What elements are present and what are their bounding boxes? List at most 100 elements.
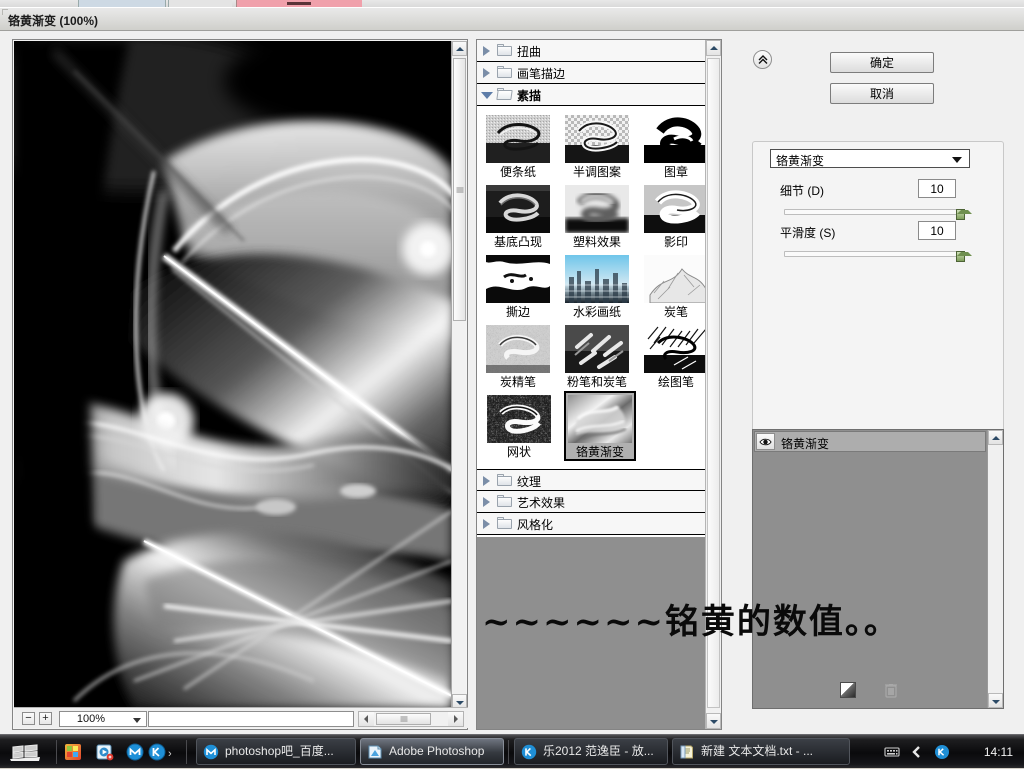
filter-preview-image <box>644 185 706 233</box>
param-smoothness-slider-track[interactable] <box>784 251 962 257</box>
taskbar-divider-3 <box>508 740 509 764</box>
param-detail-value[interactable]: 10 <box>918 179 956 198</box>
kugou-music-icon[interactable] <box>148 743 166 761</box>
filter-category-brush-strokes[interactable]: 画笔描边 <box>477 62 706 84</box>
media-player-icon[interactable] <box>96 743 114 761</box>
kugou-tray-icon[interactable] <box>934 744 950 760</box>
maxthon-browser-icon[interactable] <box>126 743 144 761</box>
scrollbar-thumb[interactable] <box>453 58 466 321</box>
scroll-up-arrow-icon[interactable] <box>452 41 467 56</box>
folder-icon <box>497 474 512 486</box>
taskbar-clock[interactable]: 14:11 <box>984 745 1013 759</box>
filter-preview-image <box>486 255 550 303</box>
chevron-right-icon[interactable] <box>483 46 490 56</box>
filter-thumb-graphic-pen[interactable]: 绘图笔 <box>641 321 706 391</box>
filter-thumb-torn-edges[interactable]: 撕边 <box>483 251 553 321</box>
ok-button[interactable]: 确定 <box>830 52 934 73</box>
taskbar-item-browser[interactable]: photoshop吧_百度... <box>196 738 356 765</box>
filter-label: 撕边 <box>486 305 550 319</box>
filter-thumb-conte-crayon[interactable]: 炭精笔 <box>483 321 553 391</box>
hscrollbar-thumb[interactable] <box>376 713 431 725</box>
filter-category-sketch[interactable]: 素描 <box>477 84 706 106</box>
param-detail-slider-thumb[interactable] <box>956 209 965 220</box>
filter-select[interactable]: 铬黄渐变 <box>770 149 970 168</box>
folder-icon <box>497 517 512 529</box>
chevron-right-icon[interactable] <box>483 519 490 529</box>
chevron-right-icon[interactable] <box>483 476 490 486</box>
filter-thumb-reticulation[interactable]: 网状 <box>483 391 555 461</box>
filter-thumb-chrome-selected[interactable]: 铬黄渐变 <box>564 391 636 461</box>
effect-layers-scrollbar[interactable] <box>987 430 1003 708</box>
user-annotation-text: ~~~~~~铭黄的数值。。 <box>482 594 982 643</box>
scroll-right-arrow-icon[interactable] <box>448 712 463 726</box>
taskbar-item-notepad[interactable]: 新建 文本文档.txt - ... <box>672 738 850 765</box>
filter-preview-image <box>487 395 551 443</box>
filter-label: 水彩画纸 <box>565 305 629 319</box>
param-smoothness-slider-thumb[interactable] <box>956 251 965 262</box>
taskbar-item-music[interactable]: 乐2012 范逸臣 - 放... <box>514 738 668 765</box>
notepad-icon <box>679 744 695 760</box>
taskbar-item-photoshop[interactable]: Adobe Photoshop <box>360 738 504 765</box>
filter-thumbnail-grid: 便条纸 <box>477 106 706 461</box>
windows-logo-icon <box>10 744 40 761</box>
filter-label: 粉笔和炭笔 <box>565 375 629 389</box>
filter-thumb-halftone-pattern[interactable]: 半调图案 <box>562 111 632 181</box>
expand-chevron-icon[interactable]: › <box>168 748 172 760</box>
layer-visibility-toggle[interactable] <box>756 433 775 450</box>
folder-icon <box>497 495 512 507</box>
chevron-down-icon[interactable] <box>481 92 493 99</box>
zoom-out-button[interactable]: − <box>22 712 35 725</box>
zoom-in-button[interactable]: + <box>39 712 52 725</box>
start-button[interactable] <box>2 737 50 767</box>
filter-thumb-photocopy[interactable]: 影印 <box>641 181 706 251</box>
show-desktop-icon[interactable] <box>64 743 82 761</box>
preview-vertical-scrollbar[interactable] <box>451 41 466 709</box>
chevron-right-icon[interactable] <box>483 497 490 507</box>
filter-category-texture[interactable]: 纹理 <box>477 469 706 491</box>
filter-label: 影印 <box>644 235 706 249</box>
new-effect-layer-button[interactable] <box>840 682 858 700</box>
collapse-panel-button[interactable] <box>753 50 772 69</box>
eye-icon <box>759 437 772 447</box>
zoom-level-select[interactable]: 100% <box>59 711 147 727</box>
filter-thumb-notepaper[interactable]: 便条纸 <box>483 111 553 181</box>
scroll-left-arrow-icon[interactable] <box>359 712 374 726</box>
folder-open-icon <box>497 88 512 100</box>
filter-preview-image <box>565 115 629 163</box>
filter-thumb-chalk-charcoal[interactable]: 粉笔和炭笔 <box>562 321 632 391</box>
filter-thumb-plastic-wrap[interactable]: 塑料效果 <box>562 181 632 251</box>
delete-effect-layer-button[interactable] <box>884 682 902 700</box>
folder-icon <box>497 66 512 78</box>
effect-layer-name: 铬黄渐变 <box>781 435 829 452</box>
filter-thumb-stamp[interactable]: 图章 <box>641 111 706 181</box>
effect-layer-row[interactable]: 铬黄渐变 <box>754 431 986 452</box>
taskbar-item-label: 新建 文本文档.txt - ... <box>701 744 813 758</box>
preview-image[interactable] <box>14 41 452 709</box>
preview-pane[interactable]: − + 100% <box>12 39 468 730</box>
param-smoothness-value[interactable]: 10 <box>918 221 956 240</box>
filter-category-distort[interactable]: 扭曲 <box>477 40 706 62</box>
category-label: 风格化 <box>517 516 553 533</box>
filter-category-stylize[interactable]: 风格化 <box>477 513 706 535</box>
filter-label: 便条纸 <box>486 165 550 179</box>
filter-thumb-charcoal[interactable]: 炭笔 <box>641 251 706 321</box>
preview-horizontal-scrollbar[interactable] <box>358 711 464 727</box>
taskbar-item-label: photoshop吧_百度... <box>225 744 334 758</box>
cancel-button[interactable]: 取消 <box>830 83 934 104</box>
scroll-up-arrow-icon[interactable] <box>706 40 721 56</box>
scroll-down-arrow-icon[interactable] <box>988 693 1003 708</box>
thumbnail-row: 基底凸现 塑料效果 <box>483 181 706 251</box>
scroll-down-arrow-icon[interactable] <box>706 713 721 729</box>
show-hidden-icons-icon[interactable] <box>909 744 925 760</box>
filter-category-artistic[interactable]: 艺术效果 <box>477 491 706 513</box>
preview-status-field <box>148 711 354 727</box>
keyboard-ime-icon[interactable] <box>884 744 900 760</box>
chevron-right-icon[interactable] <box>483 68 490 78</box>
thumbnail-row: 网状 <box>483 391 706 461</box>
param-detail-slider-track[interactable] <box>784 209 962 215</box>
scroll-up-arrow-icon[interactable] <box>988 430 1003 445</box>
filter-thumb-bas-relief[interactable]: 基底凸现 <box>483 181 553 251</box>
category-label: 扭曲 <box>517 43 541 60</box>
filter-preview-image <box>644 325 706 373</box>
filter-thumb-watercolor-paper[interactable]: 水彩画纸 <box>562 251 632 321</box>
